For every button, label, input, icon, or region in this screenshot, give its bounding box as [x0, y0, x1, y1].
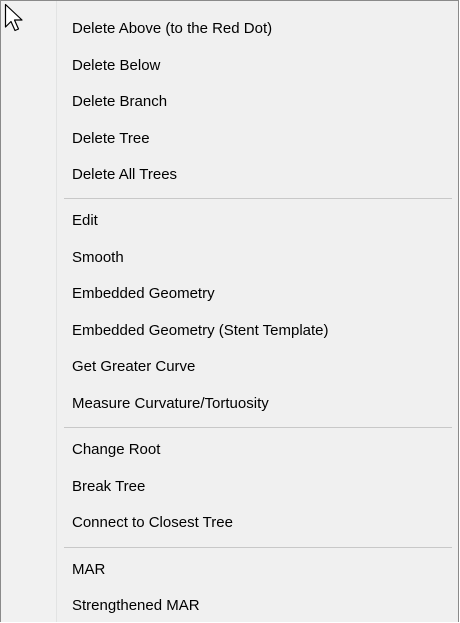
- context-menu: Delete Above (to the Red Dot) Delete Bel…: [0, 0, 459, 622]
- menu-item-label: Embedded Geometry: [72, 285, 215, 302]
- menu-item-label: Embedded Geometry (Stent Template): [72, 322, 329, 339]
- menu-item-edit[interactable]: Edit: [58, 204, 456, 238]
- menu-separator: [64, 198, 452, 199]
- menu-item-connect-closest-tree[interactable]: Connect to Closest Tree: [58, 506, 456, 540]
- menu-item-label: Get Greater Curve: [72, 358, 196, 375]
- menu-item-delete-tree[interactable]: Delete Tree: [58, 122, 456, 156]
- menu-item-delete-branch[interactable]: Delete Branch: [58, 85, 456, 119]
- menu-item-strengthened-mar[interactable]: Strengthened MAR: [58, 589, 456, 623]
- mouse-pointer-icon: [4, 3, 23, 32]
- menu-item-label: Smooth: [72, 249, 124, 266]
- menu-item-label: Edit: [72, 212, 98, 229]
- menu-item-label: Delete All Trees: [72, 166, 178, 183]
- menu-item-change-root[interactable]: Change Root: [58, 433, 456, 467]
- menu-item-embedded-geometry-stent[interactable]: Embedded Geometry (Stent Template): [58, 314, 456, 348]
- menu-item-delete-all-trees[interactable]: Delete All Trees: [58, 158, 456, 192]
- menu-item-label: Delete Above (to the Red Dot): [72, 20, 273, 37]
- menu-item-embedded-geometry[interactable]: Embedded Geometry: [58, 277, 456, 311]
- menu-item-mar[interactable]: MAR: [58, 553, 456, 587]
- menu-item-delete-below[interactable]: Delete Below: [58, 49, 456, 83]
- menu-item-label: Change Root: [72, 441, 161, 458]
- menu-item-break-tree[interactable]: Break Tree: [58, 470, 456, 504]
- menu-item-label: Delete Branch: [72, 93, 168, 110]
- menu-item-label: Strengthened MAR: [72, 597, 200, 614]
- menu-item-label: MAR: [72, 561, 106, 578]
- menu-item-label: Break Tree: [72, 478, 146, 495]
- menu-item-smooth[interactable]: Smooth: [58, 241, 456, 275]
- menu-icon-gutter: [1, 1, 57, 622]
- menu-item-label: Measure Curvature/Tortuosity: [72, 395, 269, 412]
- menu-item-delete-above[interactable]: Delete Above (to the Red Dot): [58, 12, 456, 46]
- menu-separator: [64, 547, 452, 548]
- menu-items: Delete Above (to the Red Dot) Delete Bel…: [58, 1, 458, 622]
- menu-item-label: Delete Tree: [72, 130, 150, 147]
- menu-item-label: Connect to Closest Tree: [72, 514, 233, 531]
- menu-item-get-greater-curve[interactable]: Get Greater Curve: [58, 350, 456, 384]
- menu-item-label: Delete Below: [72, 57, 161, 74]
- menu-separator: [64, 427, 452, 428]
- menu-item-measure-curvature[interactable]: Measure Curvature/Tortuosity: [58, 387, 456, 421]
